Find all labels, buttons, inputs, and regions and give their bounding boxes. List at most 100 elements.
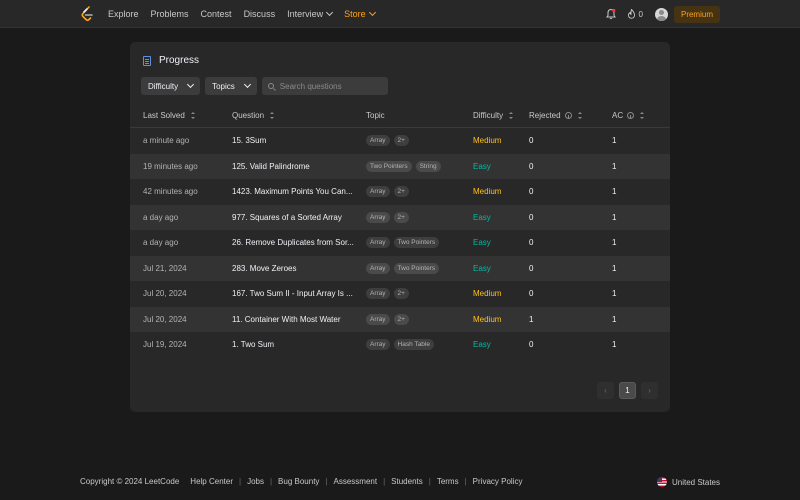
question-link[interactable]: 283. Move Zeroes: [232, 264, 296, 273]
nav-contest[interactable]: Contest: [201, 9, 232, 19]
question-link[interactable]: 1423. Maximum Points You Can...: [232, 187, 353, 196]
rejected-count: 0: [529, 212, 534, 222]
table-body: a minute ago 15. 3Sum Array 2+ Medium 0 1 19 mi…: [130, 128, 670, 358]
leetcode-logo-icon[interactable]: [80, 6, 94, 22]
ac-count: 1: [612, 289, 617, 299]
footer-link-assessment[interactable]: Assessment: [334, 477, 378, 486]
topic-tag[interactable]: Two Pointers: [393, 237, 440, 249]
footer-separator: |: [428, 477, 431, 486]
topic-tag[interactable]: Array: [366, 262, 390, 274]
sort-icon: [509, 112, 514, 119]
table-row[interactable]: Jul 20, 2024 11. Container With Most Wate…: [130, 306, 670, 332]
topic-tag[interactable]: Array: [366, 339, 390, 351]
topic-tag[interactable]: Hash Table: [393, 339, 434, 351]
streak-counter[interactable]: 0: [627, 9, 643, 19]
nav-store[interactable]: Store: [344, 8, 376, 19]
topic-tag[interactable]: Two Pointers: [393, 262, 440, 274]
chevron-right-icon[interactable]: ›: [641, 382, 658, 399]
topic-cell: Array Two Pointers: [366, 262, 443, 274]
table-row[interactable]: Jul 21, 2024 283. Move Zeroes Array Two Poi…: [130, 255, 670, 281]
difficulty-badge: Medium: [473, 136, 502, 146]
nav-interview[interactable]: Interview: [287, 8, 334, 19]
rejected-count: 0: [529, 238, 534, 248]
topic-tag[interactable]: 2+: [393, 288, 409, 300]
topics-dropdown[interactable]: Topics: [205, 77, 257, 95]
question-link[interactable]: 1. Two Sum: [232, 340, 274, 349]
notification-bell-icon[interactable]: [605, 8, 617, 20]
col-header-label: Last Solved: [143, 111, 185, 120]
col-header-ac[interactable]: AC: [612, 111, 645, 120]
question-link[interactable]: 11. Container With Most Water: [232, 315, 340, 324]
last-solved-cell: 42 minutes ago: [143, 187, 198, 197]
topic-tag[interactable]: Two Pointers: [366, 160, 412, 172]
info-icon[interactable]: [627, 112, 635, 119]
nav-problems[interactable]: Problems: [151, 9, 189, 19]
table-header: Last Solved Question Topic Difficulty Re…: [130, 104, 670, 128]
topic-tag[interactable]: 2+: [393, 186, 409, 198]
rejected-count: 0: [529, 340, 534, 350]
pagination: ‹ 1 ›: [592, 382, 658, 399]
col-header-last-solved[interactable]: Last Solved: [143, 111, 195, 120]
us-flag-icon: [656, 477, 667, 487]
difficulty-badge: Medium: [473, 314, 502, 324]
question-link[interactable]: 125. Valid Palindrome: [232, 162, 310, 171]
info-icon[interactable]: [564, 112, 572, 119]
nav-explore[interactable]: Explore: [108, 9, 139, 19]
topic-tag[interactable]: String: [415, 160, 441, 172]
chevron-left-icon[interactable]: ‹: [597, 382, 614, 399]
user-avatar[interactable]: [654, 7, 668, 21]
table-row[interactable]: a minute ago 15. 3Sum Array 2+ Medium 0 1: [130, 128, 670, 154]
col-header-rejected[interactable]: Rejected: [529, 111, 582, 120]
table-row[interactable]: a day ago 26. Remove Duplicates from Sor.…: [130, 230, 670, 256]
table-row[interactable]: Jul 19, 2024 1. Two Sum Array Hash Table Eas…: [130, 332, 670, 358]
difficulty-dropdown[interactable]: Difficulty: [141, 77, 201, 95]
search-input[interactable]: Search questions: [261, 77, 388, 95]
country-selector[interactable]: United States: [656, 477, 720, 487]
document-icon: [143, 55, 151, 66]
table-row[interactable]: Jul 20, 2024 167. Two Sum II - Input Arra…: [130, 281, 670, 307]
last-solved-cell: Jul 19, 2024: [143, 340, 187, 350]
difficulty-badge: Medium: [473, 289, 502, 299]
col-header-label: Rejected: [529, 111, 561, 120]
table-row[interactable]: 42 minutes ago 1423. Maximum Points You C…: [130, 179, 670, 205]
col-header-question[interactable]: Question: [232, 111, 275, 120]
rejected-count: 0: [529, 289, 534, 299]
topic-tag[interactable]: Array: [366, 211, 390, 223]
last-solved-cell: Jul 21, 2024: [143, 263, 187, 273]
topic-tag[interactable]: 2+: [393, 313, 409, 325]
copyright-text: Copyright © 2024 LeetCode: [80, 477, 180, 486]
nav-interview-label: Interview: [287, 9, 324, 19]
footer-link-jobs[interactable]: Jobs: [247, 477, 264, 486]
page-button-current[interactable]: 1: [619, 382, 636, 399]
topic-tag[interactable]: Array: [366, 135, 390, 147]
difficulty-badge: Medium: [473, 187, 502, 197]
rejected-count: 1: [529, 314, 534, 324]
topic-tag[interactable]: Array: [366, 237, 390, 249]
topic-tag[interactable]: 2+: [393, 211, 409, 223]
topic-tag[interactable]: Array: [366, 186, 390, 198]
question-link[interactable]: 15. 3Sum: [232, 136, 266, 145]
footer-link-bug-bounty[interactable]: Bug Bounty: [278, 477, 319, 486]
ac-count: 1: [612, 340, 617, 350]
question-link[interactable]: 167. Two Sum II - Input Array Is ...: [232, 289, 353, 298]
topic-cell: Array 2+: [366, 313, 413, 325]
footer-link-students[interactable]: Students: [391, 477, 423, 486]
topic-tag[interactable]: 2+: [393, 135, 409, 147]
difficulty-badge: Easy: [473, 263, 491, 273]
footer-link-terms[interactable]: Terms: [437, 477, 459, 486]
topic-cell: Array 2+: [366, 288, 413, 300]
rejected-count: 0: [529, 187, 534, 197]
table-row[interactable]: 19 minutes ago 125. Valid Palindrome Two P…: [130, 153, 670, 179]
col-header-label: AC: [612, 111, 624, 120]
topic-tag[interactable]: Array: [366, 288, 390, 300]
footer-link-privacy-policy[interactable]: Privacy Policy: [473, 477, 523, 486]
question-link[interactable]: 977. Squares of a Sorted Array: [232, 213, 342, 222]
difficulty-badge: Easy: [473, 238, 491, 248]
table-row[interactable]: a day ago 977. Squares of a Sorted Array A…: [130, 204, 670, 230]
footer-link-help-center[interactable]: Help Center: [190, 477, 233, 486]
topic-tag[interactable]: Array: [366, 313, 390, 325]
premium-button[interactable]: Premium: [673, 5, 720, 23]
nav-discuss[interactable]: Discuss: [244, 9, 276, 19]
question-link[interactable]: 26. Remove Duplicates from Sor...: [232, 238, 354, 247]
col-header-difficulty[interactable]: Difficulty: [473, 111, 514, 120]
